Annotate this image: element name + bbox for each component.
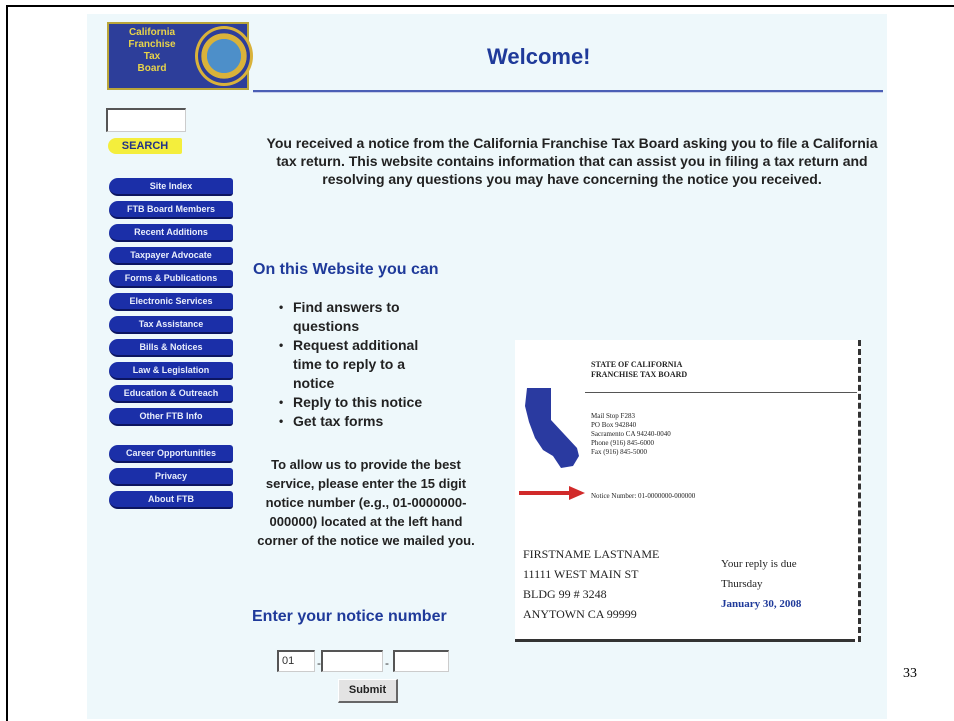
separator: - [385, 656, 389, 670]
list-item: Get tax forms [277, 412, 447, 431]
nav-other-info[interactable]: Other FTB Info [109, 408, 233, 426]
search-button[interactable]: SEARCH [108, 138, 182, 154]
features-list: Find answers to questions Request additi… [277, 298, 447, 431]
notice-number-form: 01 - - [277, 650, 457, 674]
logo-text: California Franchise Tax Board [128, 27, 176, 74]
ftb-web-page: California Franchise Tax Board Welcome! … [87, 14, 887, 719]
notice-divider [585, 392, 857, 393]
nav-bills-notices[interactable]: Bills & Notices [109, 339, 233, 357]
list-item: Request additional time to reply to a no… [277, 336, 447, 393]
page-title: Welcome! [487, 44, 591, 69]
instruction-text: To allow us to provide the best service,… [257, 457, 475, 548]
nav-about[interactable]: About FTB [109, 491, 233, 509]
nav-recent-additions[interactable]: Recent Additions [109, 224, 233, 242]
notice-part2-input[interactable] [321, 650, 383, 672]
nav-site-index[interactable]: Site Index [109, 178, 233, 196]
notice-number-line: Notice Number: 01-0000000-000000 [591, 492, 696, 500]
reply-due-date: January 30, 2008 [721, 598, 802, 610]
intro-text: You received a notice from the Californi… [266, 135, 878, 187]
notice-part3-input[interactable] [393, 650, 449, 672]
nav-education-outreach[interactable]: Education & Outreach [109, 385, 233, 403]
sample-notice-image: STATE OF CALIFORNIA FRANCHISE TAX BOARD … [515, 340, 861, 642]
notice-header: STATE OF CALIFORNIA FRANCHISE TAX BOARD [591, 360, 688, 379]
nav-career-opportunities[interactable]: Career Opportunities [109, 445, 233, 463]
list-item: Find answers to questions [277, 298, 447, 336]
state-seal-icon [195, 26, 253, 86]
search-input[interactable] [106, 108, 186, 132]
sidebar-nav: Site Index FTB Board Members Recent Addi… [109, 178, 235, 514]
nav-tax-assistance[interactable]: Tax Assistance [109, 316, 233, 334]
red-arrow-icon [519, 486, 585, 500]
notice-entry-heading: Enter your notice number [252, 608, 447, 625]
list-item: Reply to this notice [277, 393, 447, 412]
ftb-address: Mail Stop F283 PO Box 942840 Sacramento … [591, 412, 671, 456]
nav-electronic-services[interactable]: Electronic Services [109, 293, 233, 311]
submit-button[interactable]: Submit [338, 679, 398, 703]
nav-law-legislation[interactable]: Law & Legislation [109, 362, 233, 380]
california-map-icon [525, 388, 579, 468]
nav-taxpayer-advocate[interactable]: Taxpayer Advocate [109, 247, 233, 265]
notice-bottom-edge [515, 639, 855, 642]
nav-privacy[interactable]: Privacy [109, 468, 233, 486]
recipient-address: FIRSTNAME LASTNAME 11111 WEST MAIN ST BL… [523, 547, 660, 621]
notice-part1-input[interactable]: 01 [277, 650, 315, 672]
nav-forms-publications[interactable]: Forms & Publications [109, 270, 233, 288]
title-divider [253, 90, 883, 93]
reply-due-block: Your reply is due Thursday January 30, 2… [721, 554, 801, 614]
nav-board-members[interactable]: FTB Board Members [109, 201, 233, 219]
ftb-logo[interactable]: California Franchise Tax Board [107, 22, 253, 90]
torn-edge [855, 340, 861, 642]
section-heading: On this Website you can [253, 261, 439, 278]
slide-number: 33 [903, 666, 917, 681]
